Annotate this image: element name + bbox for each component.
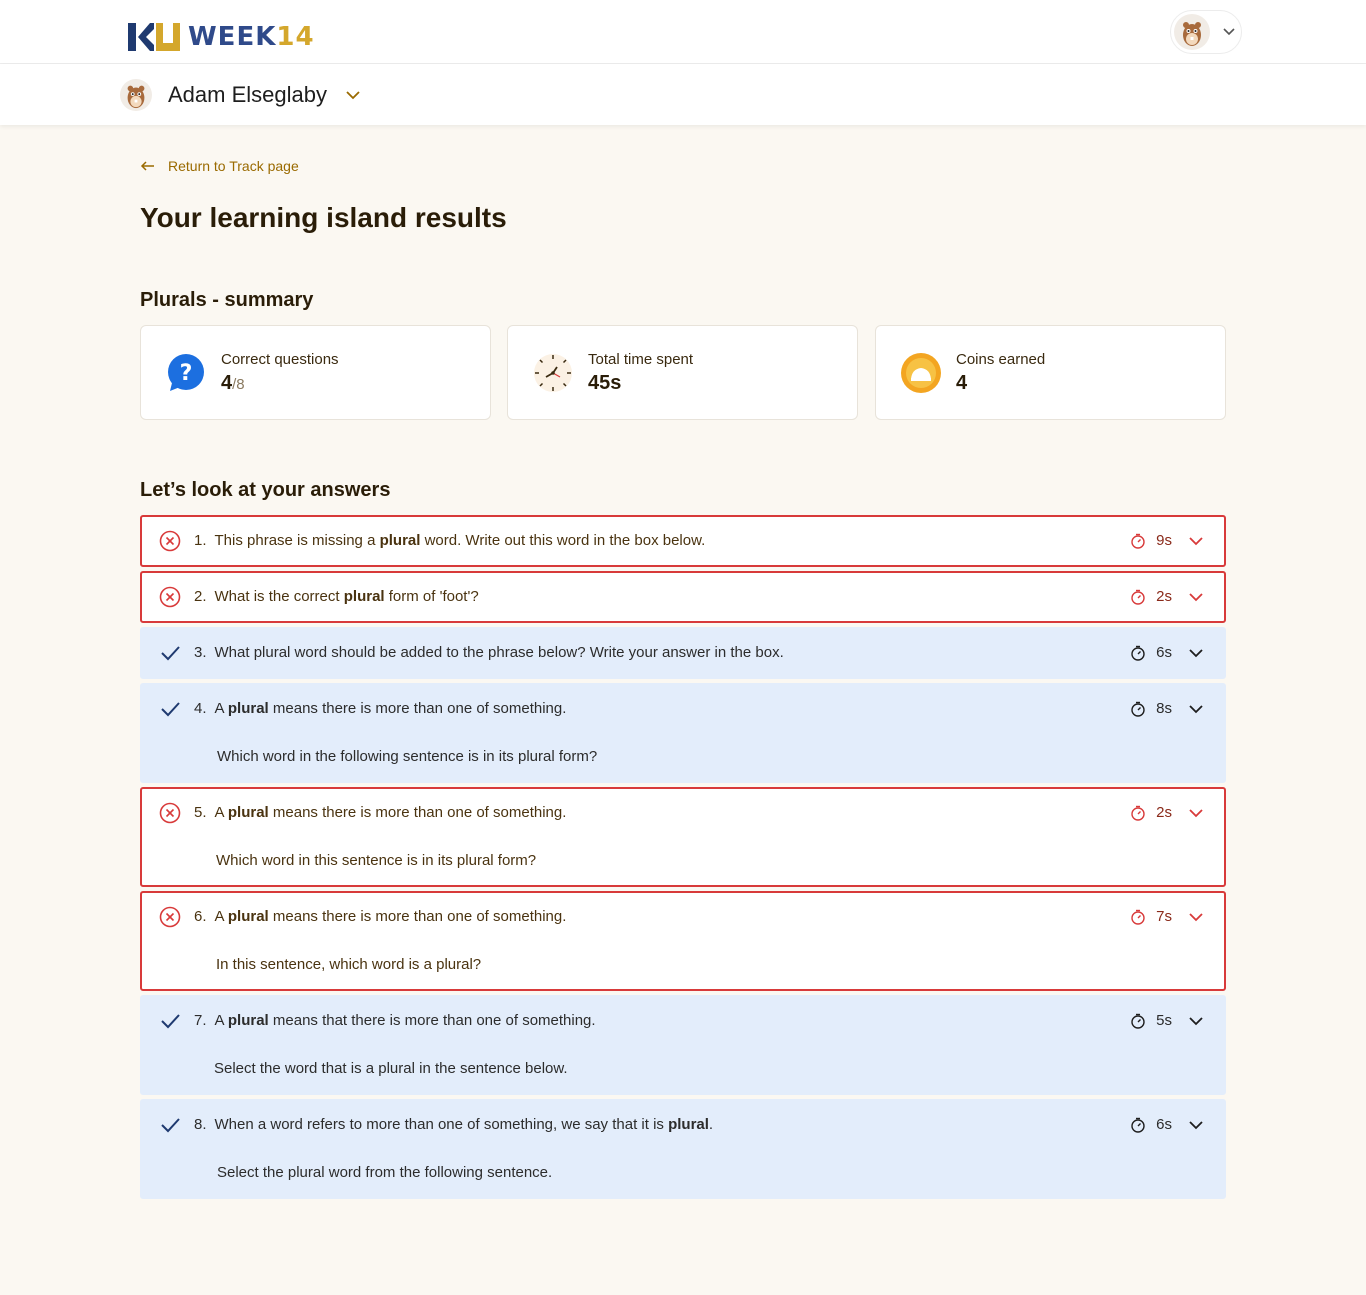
timer-icon xyxy=(1131,1013,1145,1029)
timer-icon xyxy=(1131,1117,1145,1133)
incorrect-icon xyxy=(159,586,181,608)
child-name: Adam Elseglaby xyxy=(168,82,327,107)
coin-icon xyxy=(900,352,942,394)
chevron-down-icon xyxy=(346,91,360,100)
question-subtext: Select the word that is a plural in the … xyxy=(214,1060,568,1077)
answers-title: Let’s look at your answers xyxy=(140,479,391,501)
answer-item[interactable]: 5. A plural means there is more than one … xyxy=(140,787,1226,887)
timer-icon xyxy=(1131,701,1145,717)
child-avatar xyxy=(120,79,152,111)
account-menu-button[interactable] xyxy=(1170,10,1242,54)
answer-item[interactable]: 1. This phrase is missing a plural word. … xyxy=(140,515,1226,567)
question-time: 8s xyxy=(1130,700,1172,717)
correct-questions-card: ? Correct questions 4/8 xyxy=(140,325,491,420)
answer-item[interactable]: 2. What is the correct plural form of 'fo… xyxy=(140,571,1226,623)
question-subtext: Which word in the following sentence is … xyxy=(217,748,598,765)
page-title: Your learning island results xyxy=(140,202,507,233)
question-time: 7s xyxy=(1130,908,1172,925)
question-time: 9s xyxy=(1130,532,1172,549)
answer-item[interactable]: 7. A plural means that there is more than… xyxy=(140,995,1226,1095)
answer-item[interactable]: 8. When a word refers to more than one of… xyxy=(140,1099,1226,1199)
expand-chevron-icon[interactable] xyxy=(1188,645,1204,661)
question-time: 2s xyxy=(1130,804,1172,821)
checkmark-icon xyxy=(161,702,180,717)
expand-chevron-icon[interactable] xyxy=(1188,701,1204,717)
timer-icon xyxy=(1131,533,1145,549)
coins-earned-value: 4 xyxy=(956,372,968,394)
logo-mark-icon xyxy=(128,23,180,51)
answer-item[interactable]: 4. A plural means there is more than one … xyxy=(140,683,1226,783)
question-time: 6s xyxy=(1130,1116,1172,1133)
coins-earned-label: Coins earned xyxy=(956,351,1046,368)
question-time: 6s xyxy=(1130,644,1172,661)
incorrect-icon xyxy=(159,802,181,824)
question-icon: ? xyxy=(165,352,207,394)
question-subtext: Which word in this sentence is in its pl… xyxy=(216,852,537,869)
question-subtext: In this sentence, which word is a plural… xyxy=(216,956,482,973)
user-avatar xyxy=(1174,14,1210,50)
coins-earned-card: Coins earned 4 xyxy=(875,325,1226,420)
answer-item[interactable]: 3. What plural word should be added to th… xyxy=(140,627,1226,679)
top-bar: WEEK14 xyxy=(0,0,1366,64)
expand-chevron-icon[interactable] xyxy=(1188,533,1204,549)
incorrect-icon xyxy=(159,530,181,552)
question-text: 5. A plural means there is more than one … xyxy=(194,804,567,821)
timer-icon xyxy=(1131,909,1145,925)
time-spent-label: Total time spent xyxy=(588,351,694,368)
expand-chevron-icon[interactable] xyxy=(1188,1117,1204,1133)
chevron-down-icon xyxy=(1223,28,1235,36)
checkmark-icon xyxy=(161,646,180,661)
question-subtext: Select the plural word from the followin… xyxy=(217,1164,553,1181)
child-selector[interactable]: Adam Elseglaby xyxy=(120,78,361,112)
expand-chevron-icon[interactable] xyxy=(1188,1013,1204,1029)
question-text: 8. When a word refers to more than one of… xyxy=(194,1116,714,1133)
question-text: 7. A plural means that there is more than… xyxy=(194,1012,596,1029)
timer-icon xyxy=(1131,589,1145,605)
question-text: 1. This phrase is missing a plural word. … xyxy=(194,532,706,549)
answer-item[interactable]: 6. A plural means there is more than one … xyxy=(140,891,1226,991)
incorrect-icon xyxy=(159,906,181,928)
return-link-label: Return to Track page xyxy=(168,158,299,174)
question-text: 6. A plural means there is more than one … xyxy=(194,908,567,925)
summary-title: Plurals - summary xyxy=(140,289,314,311)
question-text: 2. What is the correct plural form of 'fo… xyxy=(194,588,479,605)
return-to-track-link[interactable]: Return to Track page xyxy=(140,158,299,174)
child-bar: Adam Elseglaby xyxy=(0,64,1366,125)
correct-questions-value: 4/8 xyxy=(221,372,245,394)
arrow-left-icon xyxy=(140,161,154,171)
checkmark-icon xyxy=(161,1118,180,1133)
time-spent-card: Total time spent 45s xyxy=(507,325,858,420)
clock-icon xyxy=(532,352,574,394)
beaver-avatar-icon xyxy=(127,85,145,109)
expand-chevron-icon[interactable] xyxy=(1188,805,1204,821)
question-time: 5s xyxy=(1130,1012,1172,1029)
question-time: 2s xyxy=(1130,588,1172,605)
timer-icon xyxy=(1131,805,1145,821)
expand-chevron-icon[interactable] xyxy=(1188,589,1204,605)
beaver-avatar-icon xyxy=(1183,22,1201,46)
week14-logo[interactable]: WEEK14 xyxy=(128,20,315,54)
correct-questions-label: Correct questions xyxy=(221,351,339,368)
timer-icon xyxy=(1131,645,1145,661)
question-text: 3. What plural word should be added to th… xyxy=(194,644,784,661)
checkmark-icon xyxy=(161,1014,180,1029)
summary-cards: ? Correct questions 4/8 Total time spent… xyxy=(140,325,1226,420)
logo-text: WEEK14 xyxy=(188,22,315,52)
svg-text:?: ? xyxy=(180,361,193,386)
expand-chevron-icon[interactable] xyxy=(1188,909,1204,925)
time-spent-value: 45s xyxy=(588,372,622,394)
question-text: 4. A plural means there is more than one … xyxy=(194,700,567,717)
